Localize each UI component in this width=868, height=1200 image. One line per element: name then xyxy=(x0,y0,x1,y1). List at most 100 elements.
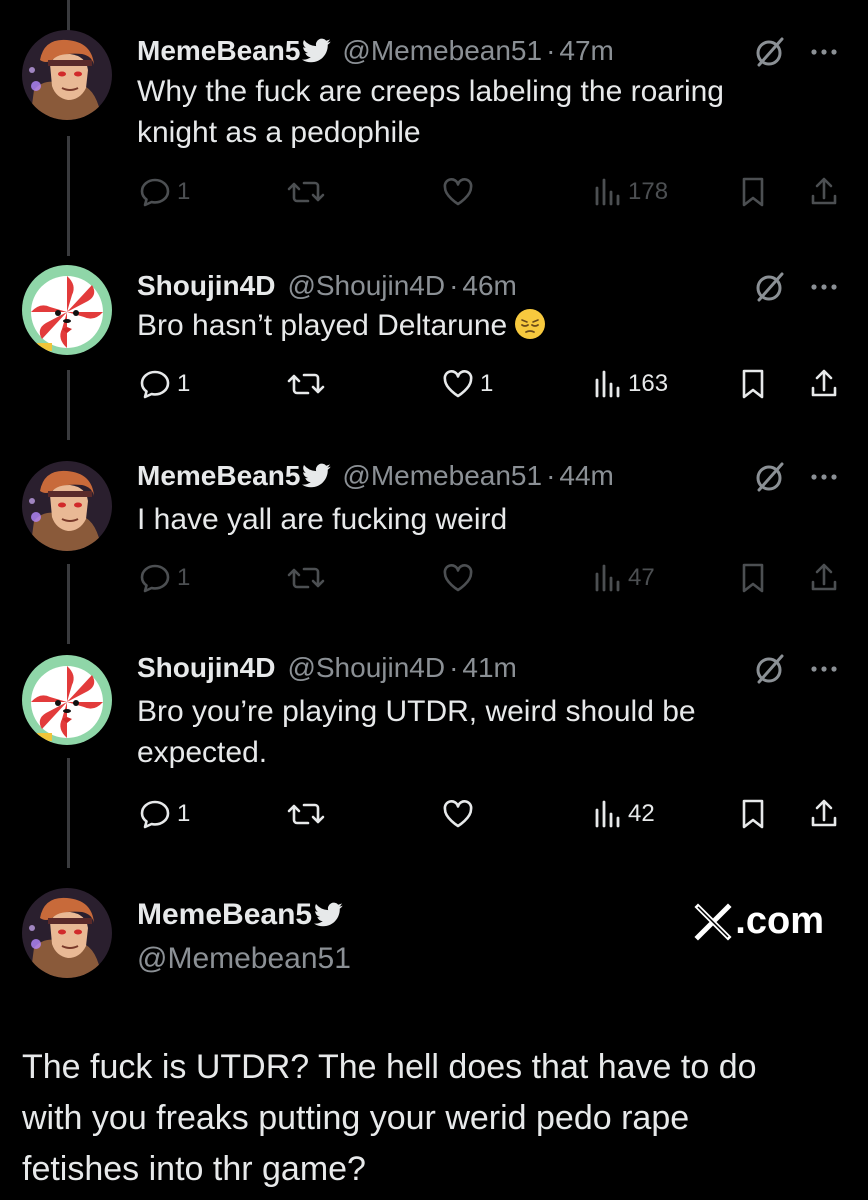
reply-button[interactable]: 1 xyxy=(137,362,190,406)
user-handle[interactable]: @Shoujin4D xyxy=(287,652,445,684)
separator-dot: · xyxy=(449,652,459,683)
views-count: 163 xyxy=(628,370,669,397)
bookmark-button[interactable] xyxy=(738,792,768,836)
reply-bubble-icon xyxy=(140,564,170,593)
more-dots-icon[interactable] xyxy=(806,34,842,70)
retweet-button[interactable] xyxy=(286,362,326,406)
grok-slash-icon[interactable] xyxy=(752,459,788,495)
bookmark-icon xyxy=(742,799,764,829)
like-button[interactable] xyxy=(440,792,480,836)
separator-dot: · xyxy=(546,460,556,491)
verified-badge-icon xyxy=(314,902,344,928)
views-count: 42 xyxy=(628,800,655,827)
grok-slash-icon[interactable] xyxy=(752,34,788,70)
reply-count: 1 xyxy=(177,564,191,591)
retweet-icon xyxy=(287,567,325,589)
display-name[interactable]: MemeBean5 xyxy=(137,35,300,67)
bookmark-button[interactable] xyxy=(738,556,768,600)
avatar[interactable] xyxy=(22,461,112,551)
tweet-text-line: knight as a pedophile xyxy=(137,116,421,149)
like-button[interactable] xyxy=(440,170,480,214)
share-icon xyxy=(811,563,837,591)
share-button[interactable] xyxy=(808,170,840,214)
tweet-text: Why the fuck are creeps labeling the roa… xyxy=(137,71,724,153)
views-count: 47 xyxy=(628,564,655,591)
focused-tweet-header: MemeBean5 xyxy=(137,898,354,932)
x-logo-icon xyxy=(694,902,732,941)
views-button[interactable]: 178 xyxy=(592,170,668,214)
grok-slash-icon[interactable] xyxy=(752,651,788,687)
user-handle[interactable]: @Memebean51 xyxy=(137,942,351,976)
tweet-text-line: expected. xyxy=(137,736,268,769)
retweet-icon xyxy=(287,181,325,203)
reply-button[interactable]: 1 xyxy=(137,792,190,836)
reply-button[interactable]: 1 xyxy=(137,170,190,214)
display-name[interactable]: MemeBean5 xyxy=(137,460,300,492)
tweet-text: Bro hasn’t played Deltarune xyxy=(137,305,547,346)
tweet-actions: 1 47 xyxy=(0,556,868,600)
retweet-button[interactable] xyxy=(286,170,326,214)
tweet-text-line: I have yall are fucking weird xyxy=(137,503,508,536)
user-handle[interactable]: @Memebean51 xyxy=(342,460,542,492)
like-count: 1 xyxy=(480,370,494,397)
more-dots-icon[interactable] xyxy=(806,459,842,495)
like-button[interactable]: 1 xyxy=(440,362,493,406)
grok-slash-icon[interactable] xyxy=(752,269,788,305)
more-dots-icon[interactable] xyxy=(806,269,842,305)
retweet-button[interactable] xyxy=(286,556,326,600)
tweet-header: MemeBean5 @Memebean51 · 47m xyxy=(137,30,614,72)
tweet-actions: 1 1 163 xyxy=(0,362,868,406)
tweet-text-line: with you freaks putting your werid pedo … xyxy=(22,1099,690,1137)
timestamp[interactable]: 41m xyxy=(462,652,516,684)
views-button[interactable]: 42 xyxy=(592,792,655,836)
views-bars-icon xyxy=(595,564,620,592)
bookmark-button[interactable] xyxy=(738,170,768,214)
reply-bubble-icon xyxy=(140,800,170,829)
views-count: 178 xyxy=(628,178,669,205)
avatar[interactable] xyxy=(22,888,112,978)
avatar-gambit-image xyxy=(22,888,112,978)
heart-icon xyxy=(443,370,473,398)
user-handle[interactable]: @Memebean51 xyxy=(342,35,542,67)
views-bars-icon xyxy=(595,800,620,828)
like-button[interactable] xyxy=(440,556,480,600)
verified-badge-icon xyxy=(302,38,332,64)
separator-dot: · xyxy=(449,270,459,301)
views-bars-icon xyxy=(595,178,620,206)
share-button[interactable] xyxy=(808,792,840,836)
reply-button[interactable]: 1 xyxy=(137,556,190,600)
views-button[interactable]: 163 xyxy=(592,362,668,406)
avatar[interactable] xyxy=(22,265,112,355)
bookmark-button[interactable] xyxy=(738,362,768,406)
tweet-header: MemeBean5 @Memebean51 · 44m xyxy=(137,455,614,497)
tweet-text: Bro you’re playing UTDR, weird should be… xyxy=(137,691,696,773)
tweet-text-span: Bro hasn’t played Deltarune xyxy=(137,309,508,342)
user-handle[interactable]: @Shoujin4D xyxy=(287,270,445,302)
reply-bubble-icon xyxy=(140,370,170,399)
avatar[interactable] xyxy=(22,655,112,745)
separator-dot: · xyxy=(546,35,556,66)
verified-badge-icon xyxy=(302,463,332,489)
views-button[interactable]: 47 xyxy=(592,556,655,600)
display-name[interactable]: MemeBean5 xyxy=(137,898,312,932)
timestamp[interactable]: 44m xyxy=(559,460,613,492)
tweet-text-line: Bro hasn’t played Deltarune xyxy=(137,305,547,346)
heart-icon xyxy=(443,564,473,592)
avatar[interactable] xyxy=(22,30,112,120)
display-name[interactable]: Shoujin4D xyxy=(137,270,275,302)
share-button[interactable] xyxy=(808,362,840,406)
tweet-text-line: Bro you’re playing UTDR, weird should be xyxy=(137,695,696,728)
display-name[interactable]: Shoujin4D xyxy=(137,652,275,684)
tweet-text: I have yall are fucking weird xyxy=(137,499,507,540)
retweet-button[interactable] xyxy=(286,792,326,836)
timestamp[interactable]: 47m xyxy=(559,35,613,67)
share-icon xyxy=(811,799,837,827)
more-dots-icon[interactable] xyxy=(806,651,842,687)
bookmark-icon xyxy=(742,369,764,399)
avatar-peppermint-image xyxy=(22,655,112,745)
tweet-header: Shoujin4D @Shoujin4D · 46m xyxy=(137,265,517,307)
share-button[interactable] xyxy=(808,556,840,600)
x-com-logo[interactable]: .com xyxy=(693,900,824,943)
bookmark-icon xyxy=(742,177,764,207)
timestamp[interactable]: 46m xyxy=(462,270,516,302)
